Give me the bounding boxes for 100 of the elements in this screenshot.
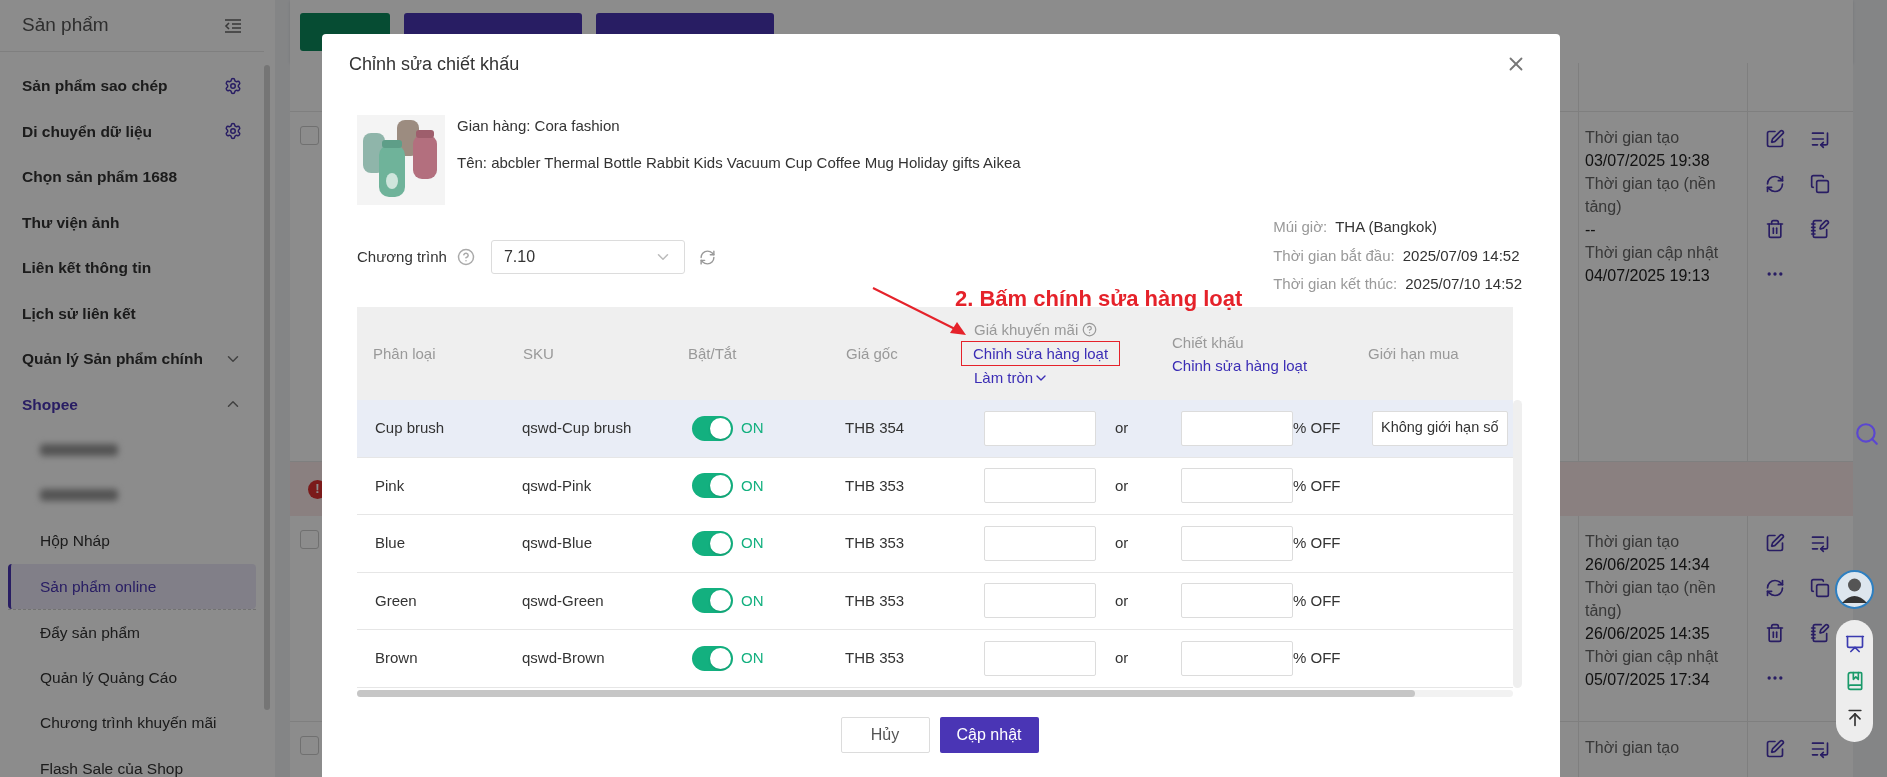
- original-price: THB 353: [844, 590, 906, 611]
- edit-icon[interactable]: [1765, 533, 1785, 553]
- trash-icon[interactable]: [1765, 219, 1785, 239]
- sidebar-item[interactable]: Quản lý Sản phẩm chính: [0, 336, 264, 382]
- search-icon[interactable]: [1854, 421, 1880, 447]
- column-header: Bật/Tắt: [688, 344, 737, 364]
- rounding-link[interactable]: Làm tròn: [974, 366, 1050, 389]
- blurred-label[interactable]: [40, 443, 118, 456]
- percent-off-label: % OFF: [1293, 590, 1341, 611]
- sync-icon[interactable]: [1765, 578, 1785, 598]
- price-input[interactable]: [984, 410, 1096, 446]
- sidebar-item[interactable]: Di chuyển dữ liệu: [0, 108, 264, 154]
- price-input[interactable]: [984, 640, 1096, 676]
- sku-cell-text: qswd-Pink: [521, 475, 593, 496]
- limit-select[interactable]: Không giới hạn số: [1372, 410, 1508, 446]
- checkbox[interactable]: [300, 126, 319, 145]
- sidebar-subitem[interactable]: Đẩy sản phẩm: [8, 609, 256, 655]
- shop-name: Gian hàng: Cora fashion: [457, 116, 621, 136]
- discount-input[interactable]: [1181, 410, 1293, 446]
- refresh-icon[interactable]: [698, 248, 716, 266]
- percent-off-label: % OFF: [1293, 648, 1341, 668]
- sidebar-title: Sản phẩm: [22, 13, 109, 38]
- blurred-label[interactable]: [40, 489, 118, 502]
- program-select[interactable]: 7.10: [490, 240, 685, 274]
- original-price: THB 353: [844, 475, 906, 496]
- checkbox[interactable]: [300, 736, 319, 755]
- variant-cell-text: Brown: [374, 648, 419, 668]
- percent-off-label: % OFF: [1293, 475, 1341, 496]
- discount-input[interactable]: [1181, 583, 1293, 619]
- toggle-switch[interactable]: [692, 473, 733, 499]
- meta-label: Thời gian kết thúc:: [1273, 274, 1398, 295]
- discount-input[interactable]: [1181, 468, 1293, 504]
- time-label: Thời gian tạo (nền tảng): [1585, 578, 1717, 621]
- sidebar-item[interactable]: Liên kết thông tin: [0, 245, 264, 291]
- time-value: 26/06/2025 14:35: [1585, 624, 1711, 644]
- percent-off-label: % OFF: [1293, 533, 1341, 553]
- sidebar-subitem[interactable]: Flash Sale của Shop: [8, 745, 256, 777]
- help-icon[interactable]: [1082, 322, 1098, 337]
- sidebar-subitem[interactable]: Quản lý Quảng Cáo: [8, 654, 256, 700]
- edit-icon[interactable]: [1765, 129, 1785, 149]
- original-price: THB 354: [844, 418, 906, 438]
- gear-icon[interactable]: [224, 122, 242, 141]
- sidebar-subitem[interactable]: Sản phẩm online: [8, 563, 256, 609]
- sidebar-subitem[interactable]: Chương trình khuyến mãi: [8, 700, 256, 746]
- variant-cell-text: Green: [374, 590, 418, 611]
- note-edit-icon[interactable]: [1810, 623, 1830, 643]
- time-label: Thời gian tạo: [1585, 128, 1681, 148]
- column-header: Giá khuyến mãi: [974, 320, 1079, 340]
- sort-icon[interactable]: [1810, 129, 1830, 149]
- edit-icon[interactable]: [1765, 739, 1785, 759]
- meta-value: THA (Bangkok): [1335, 217, 1437, 238]
- batch-edit-link[interactable]: Chỉnh sửa hàng loạt: [1172, 353, 1308, 377]
- sidebar-item[interactable]: Sản phẩm sao chép: [0, 63, 264, 109]
- meta-label: Múi giờ:: [1273, 217, 1328, 238]
- board-icon[interactable]: [1844, 634, 1865, 655]
- sort-icon[interactable]: [1810, 533, 1830, 553]
- sync-icon[interactable]: [1765, 174, 1785, 194]
- toggle-status: ON: [741, 533, 764, 553]
- price-input[interactable]: [984, 468, 1096, 504]
- sku-cell-text: qswd-Cup brush: [521, 418, 633, 438]
- toggle-switch[interactable]: [692, 588, 733, 614]
- price-input[interactable]: [984, 525, 1096, 561]
- toggle-switch[interactable]: [692, 530, 733, 556]
- cancel-button[interactable]: Hủy: [840, 716, 930, 753]
- time-label: Thời gian tạo: [1585, 532, 1681, 552]
- sidebar-item[interactable]: Thư viện ảnh: [0, 199, 264, 245]
- update-button[interactable]: Cập nhật: [939, 716, 1039, 753]
- or-label: or: [1115, 590, 1129, 611]
- sidebar-item[interactable]: Lịch sử liên kết: [0, 290, 264, 336]
- price-input[interactable]: [984, 583, 1096, 619]
- scrollbar[interactable]: [1513, 400, 1522, 688]
- original-price: THB 353: [844, 648, 906, 668]
- time-label: Thời gian tạo: [1585, 738, 1681, 758]
- copy-icon[interactable]: [1810, 578, 1830, 598]
- toggle-switch[interactable]: [692, 645, 733, 671]
- sidebar-item[interactable]: Shopee: [0, 381, 264, 427]
- time-value: 03/07/2025 19:38: [1585, 151, 1711, 171]
- checkbox[interactable]: [300, 530, 319, 549]
- meta-value: 2025/07/09 14:52: [1402, 245, 1520, 266]
- note-edit-icon[interactable]: [1810, 219, 1830, 239]
- sort-icon[interactable]: [1810, 739, 1830, 759]
- scrollbar[interactable]: [357, 689, 1513, 697]
- avatar[interactable]: [1835, 570, 1874, 609]
- toggle-switch[interactable]: [692, 415, 733, 441]
- batch-edit-link[interactable]: Chỉnh sửa hàng loạt: [961, 341, 1121, 366]
- variant-cell-text: Cup brush: [374, 418, 446, 438]
- discount-input[interactable]: [1181, 525, 1293, 561]
- sku-cell-text: qswd-Green: [521, 590, 605, 611]
- trash-icon[interactable]: [1765, 623, 1785, 643]
- toggle-status: ON: [741, 590, 764, 611]
- sidebar-subitem[interactable]: Hộp Nháp: [8, 518, 256, 564]
- sidebar-item[interactable]: Chọn sản phẩm 1688: [0, 154, 264, 200]
- column-header: Giá gốc: [846, 344, 898, 364]
- gear-icon[interactable]: [224, 76, 242, 95]
- time-label: Thời gian cập nhật: [1585, 243, 1720, 263]
- collapse-menu-icon[interactable]: [224, 17, 242, 34]
- copy-icon[interactable]: [1810, 174, 1830, 194]
- original-price: THB 353: [844, 533, 906, 553]
- discount-input[interactable]: [1181, 640, 1293, 676]
- help-icon[interactable]: [456, 248, 475, 266]
